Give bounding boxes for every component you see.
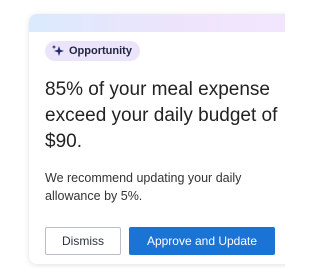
card-actions: Dismiss Approve and Update — [45, 227, 275, 255]
opportunity-card: Opportunity 85% of your meal expense exc… — [29, 14, 285, 264]
sparkle-icon — [51, 44, 65, 58]
badge-label: Opportunity — [69, 45, 132, 57]
dismiss-button[interactable]: Dismiss — [45, 227, 121, 255]
screen: Opportunity 85% of your meal expense exc… — [0, 0, 285, 268]
card-headline: 85% of your meal expense exceed your dai… — [45, 79, 278, 152]
opportunity-badge: Opportunity — [45, 41, 140, 61]
approve-and-update-button[interactable]: Approve and Update — [129, 227, 275, 255]
card-gradient-strip — [29, 14, 285, 32]
card-description: We recommend updating your daily allowan… — [45, 171, 242, 203]
